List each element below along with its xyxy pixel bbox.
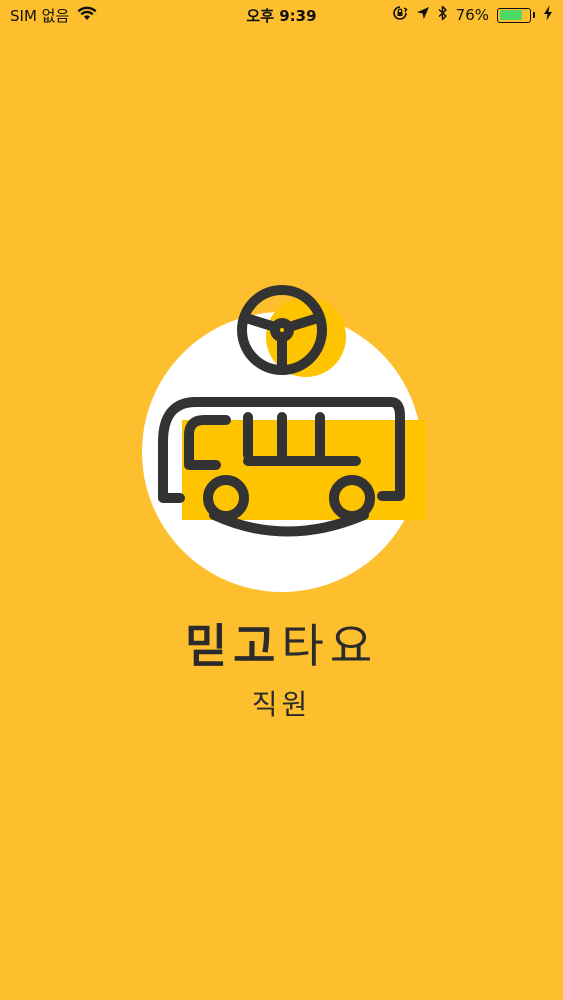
- status-bar: SIM 없음 오후 9:39 76%: [0, 0, 563, 30]
- battery-percent: 76%: [455, 6, 489, 24]
- app-logo: [136, 280, 428, 600]
- battery-fill: [499, 10, 522, 20]
- status-left: SIM 없음: [10, 5, 392, 26]
- app-title: 믿고타요: [0, 610, 563, 676]
- bus-steering-wheel-logo: [142, 285, 426, 592]
- carrier-label: SIM 없음: [10, 6, 70, 25]
- status-right: 76%: [392, 5, 553, 25]
- app-subtitle: 직원: [251, 688, 312, 721]
- bus-accent: [182, 420, 426, 520]
- charging-bolt-icon: [543, 5, 553, 25]
- location-arrow-icon: [416, 6, 430, 24]
- orientation-lock-icon: [392, 5, 408, 25]
- app-title-part1: 믿고: [184, 619, 282, 673]
- bluetooth-icon: [438, 5, 448, 25]
- wifi-icon: [77, 6, 97, 25]
- battery-cap: [533, 12, 535, 18]
- battery-body: [497, 7, 531, 23]
- battery-icon: [497, 7, 535, 23]
- app-title-part2: 타요: [281, 619, 379, 673]
